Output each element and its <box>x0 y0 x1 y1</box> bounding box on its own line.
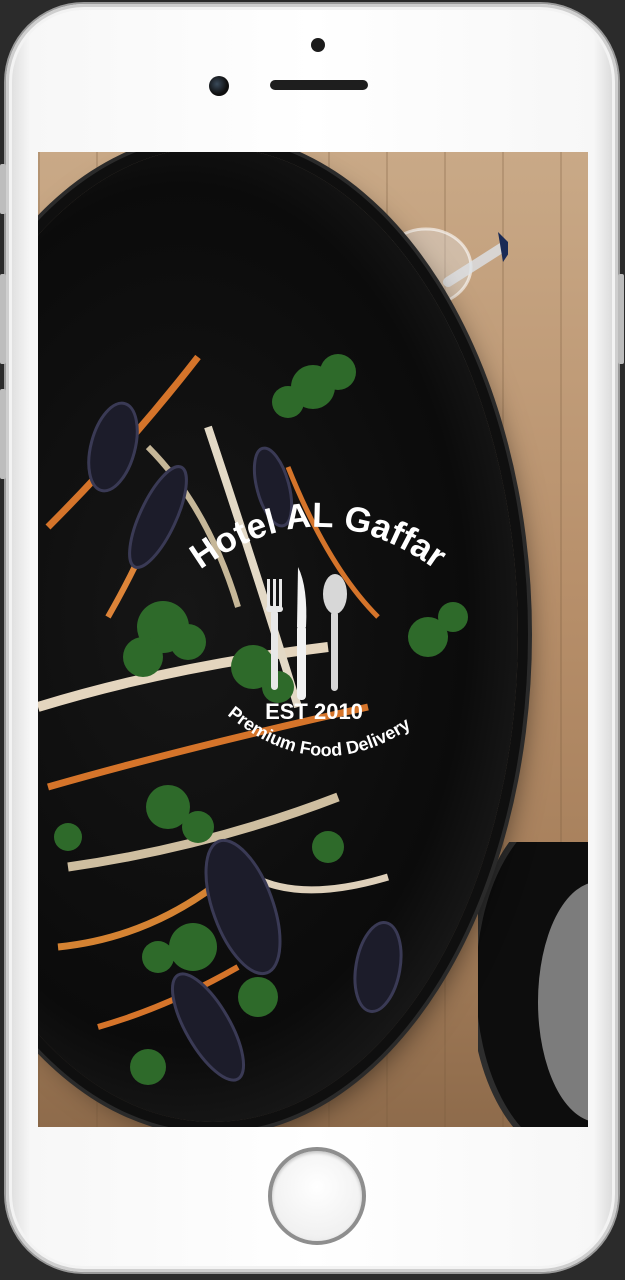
cutlery-icon-group <box>266 567 347 700</box>
mute-switch[interactable] <box>0 164 6 214</box>
brand-name: Hotel AL Gaffar <box>183 496 454 577</box>
volume-down-button[interactable] <box>0 389 6 479</box>
home-button[interactable] <box>268 1147 366 1245</box>
earpiece-speaker <box>270 80 368 90</box>
power-button[interactable] <box>618 274 624 364</box>
knife-icon <box>297 567 307 700</box>
fork-icon <box>266 579 283 690</box>
camera-lens-icon <box>209 76 229 96</box>
hotel-logo: Hotel AL Gaffar EST 2010 Premium Food De… <box>183 496 454 760</box>
spoon-icon <box>323 574 347 691</box>
front-camera-icon <box>311 38 325 52</box>
volume-up-button[interactable] <box>0 274 6 364</box>
splash-screen: Hotel AL Gaffar EST 2010 Premium Food De… <box>38 152 588 1127</box>
established-year: EST 2010 <box>265 699 363 724</box>
